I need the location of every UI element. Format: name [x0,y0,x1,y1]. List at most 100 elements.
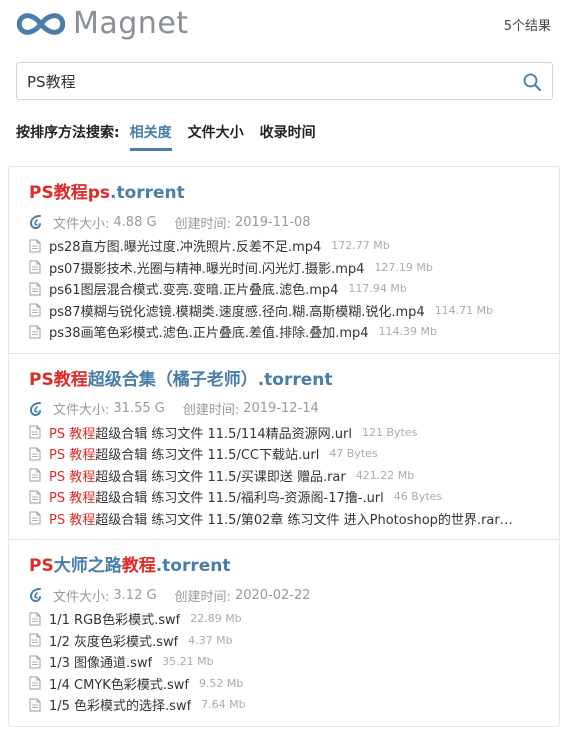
file-icon [29,260,41,274]
title-keyword: PS教程ps [29,183,110,203]
file-name[interactable]: 1/4 CMYK色彩模式.swf [49,674,189,693]
file-row: ps87模糊与锐化滤镜.模糊类.速度感.径向.糊.高斯模糊.锐化.mp4 114.… [29,300,539,322]
file-size: 47 Bytes [329,447,378,461]
file-name[interactable]: ps87模糊与锐化滤镜.模糊类.速度感.径向.糊.高斯模糊.锐化.mp4 [49,301,425,320]
file-name-keyword: PS 教程 [49,469,96,485]
file-icon [29,282,41,296]
result-meta: 文件大小: 4.88 G 创建时间: 2019-11-08 [29,211,539,233]
result-title-link[interactable]: PS教程超级合集（橘子老师）.torrent [29,368,539,392]
file-name[interactable]: 1/1 RGB色彩模式.swf [49,609,180,628]
file-name-text: ps38画笔色彩模式.滤色.正片叠底.差值.排除.叠加.mp4 [49,326,369,342]
result-title-link[interactable]: PS大师之路教程.torrent [29,554,539,578]
date-label: 创建时间: [174,589,231,605]
file-name[interactable]: PS 教程超级合辑 练习文件 11.5/第02章 练习文件 进入Photosho… [49,509,513,528]
result-title-link[interactable]: PS教程ps.torrent [29,181,539,205]
size-label: 文件大小: [53,589,110,605]
title-text: 超级合集（橘子老师）.torrent [87,369,333,390]
infinity-logo-icon [16,13,66,35]
file-size: 172.77 Mb [331,239,390,253]
search-input[interactable] [27,63,507,99]
sort-bar: 按排序方法搜索: 相关度 文件大小 收录时间 [16,122,332,151]
file-row: ps28直方图.曝光过度.冲洗照片.反差不足.mp4 172.77 Mb [29,235,539,257]
date-value: 2019-11-08 [234,214,311,230]
result-count: 5个结果 [503,19,551,34]
file-icon [29,468,41,482]
header: Magnet 5个结果 [0,0,567,50]
file-name[interactable]: 1/5 色彩模式的选择.swf [49,695,191,714]
sort-tab-relevance[interactable]: 相关度 [129,122,172,151]
file-name[interactable]: PS 教程超级合辑 练习文件 11.5/114精品资源网.url [49,423,352,442]
title-text: .torrent [110,183,185,203]
file-name-text: 1/5 色彩模式的选择.swf [49,699,192,715]
size-value: 4.88 G [113,214,157,230]
magnet-link-icon [29,588,41,603]
logo[interactable]: Magnet [15,8,189,40]
file-row: ps61图层混合模式.变亮.变暗.正片叠底.滤色.mp4 117.94 Mb [29,278,539,300]
sort-tab-file-size[interactable]: 文件大小 [188,122,244,148]
date-label: 创建时间: [182,403,240,418]
file-name-text: 1/4 CMYK色彩模式.swf [49,677,189,693]
size-value: 31.55 G [113,401,165,416]
file-row: ps38画笔色彩模式.滤色.正片叠底.差值.排除.叠加.mp4 114.39 Mb [29,321,539,343]
result-card: PS教程超级合集（橘子老师）.torrent 文件大小: 31.55 G 创建时间:… [9,354,559,540]
file-icon [29,655,41,669]
search-icon [523,73,541,91]
file-icon [29,325,41,339]
search-button[interactable] [522,72,542,92]
file-size: 114.71 Mb [434,303,494,317]
file-name-text: 1/3 图像通道.swf [49,656,153,672]
title-keyword: PS教程 [29,369,88,390]
file-row: 1/3 图像通道.swf 35.21 Mb [29,651,539,673]
file-icon [29,490,41,504]
file-row: PS 教程超级合辑 练习文件 11.5/买课即送 赠品.rar 421.22 Mb [29,465,539,487]
file-size: 421.22 Mb [355,468,415,482]
file-name[interactable]: PS 教程超级合辑 练习文件 11.5/买课即送 赠品.rar [49,466,346,485]
file-name-keyword: PS 教程 [49,512,96,528]
file-name-keyword: PS 教程 [49,448,96,464]
magnet-link-icon [29,401,41,416]
result-card: PS大师之路教程.torrent 文件大小: 3.12 G 创建时间: 2020-02… [9,540,559,726]
file-row: 1/1 RGB色彩模式.swf 22.89 Mb [29,608,539,630]
file-name[interactable]: PS 教程超级合辑 练习文件 11.5/福利鸟-资源阁-17撸-.url [49,487,384,506]
file-name-text: ps28直方图.曝光过度.冲洗照片.反差不足.mp4 [49,240,322,256]
file-name-keyword: PS 教程 [49,426,96,442]
file-name-text: ps61图层混合模式.变亮.变暗.正片叠底.滤色.mp4 [49,283,339,299]
file-icon [29,303,41,317]
file-name-text: ps87模糊与锐化滤镜.模糊类.速度感.径向.糊.高斯模糊.锐化.mp4 [49,304,425,320]
title-text: 大师之路 [53,556,122,576]
file-icon [29,239,41,253]
sort-tab-index-time[interactable]: 收录时间 [260,122,316,148]
file-name-text: 超级合辑 练习文件 11.5/买课即送 赠品.rar [95,469,346,485]
size-label: 文件大小: [53,403,110,418]
result-card: PS教程ps.torrent 文件大小: 4.88 G 创建时间: 2019-11-0… [9,167,559,354]
file-size: 114.39 Mb [378,325,438,339]
file-name[interactable]: PS 教程超级合辑 练习文件 11.5/CC下载站.url [49,444,319,463]
file-size: 121 Bytes [361,425,418,439]
file-row: PS 教程超级合辑 练习文件 11.5/福利鸟-资源阁-17撸-.url 46 B… [29,486,539,508]
file-name-text: 1/2 灰度色彩模式.swf [49,634,179,650]
file-name[interactable]: ps28直方图.曝光过度.冲洗照片.反差不足.mp4 [49,236,321,255]
file-name[interactable]: ps61图层混合模式.变亮.变暗.正片叠底.滤色.mp4 [49,279,338,298]
file-icon [29,425,41,439]
file-name[interactable]: 1/3 图像通道.swf [49,652,152,671]
file-name[interactable]: ps38画笔色彩模式.滤色.正片叠底.差值.排除.叠加.mp4 [49,322,369,341]
file-row: 1/5 色彩模式的选择.swf 7.64 Mb [29,694,539,716]
file-icon [29,676,41,690]
file-row: PS 教程超级合辑 练习文件 11.5/CC下载站.url 47 Bytes [29,443,539,465]
title-text: .torrent [155,556,231,576]
file-name-text: 超级合辑 练习文件 11.5/福利鸟-资源阁-17撸-.url [95,491,384,507]
date-value: 2019-12-14 [243,401,319,416]
file-icon [29,633,41,647]
file-name-keyword: PS 教程 [49,491,96,507]
file-size: 22.89 Mb [190,612,242,626]
file-size: 9.52 Mb [198,676,244,690]
file-name-text: 超级合辑 练习文件 11.5/114精品资源网.url [95,426,352,442]
file-size: 4.37 Mb [188,633,233,647]
file-name[interactable]: 1/2 灰度色彩模式.swf [49,631,178,650]
magnet-link-icon [29,215,41,230]
title-keyword: 教程 [121,556,156,576]
result-meta: 文件大小: 3.12 G 创建时间: 2020-02-22 [29,584,539,606]
date-value: 2020-02-22 [234,587,311,603]
file-name[interactable]: ps07摄影技术.光圈与精神.曝光时间.闪光灯.摄影.mp4 [49,258,364,277]
file-size: 127.19 Mb [374,260,433,274]
